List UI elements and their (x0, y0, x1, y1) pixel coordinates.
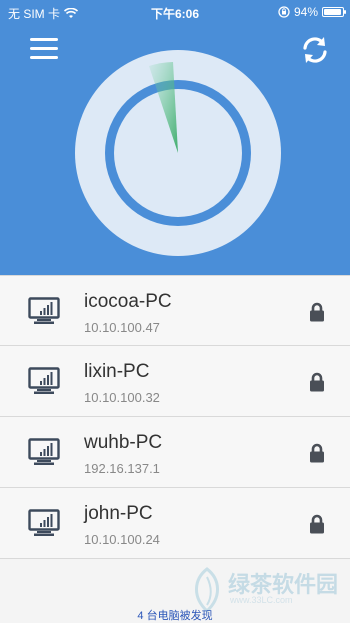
computer-icon (28, 438, 60, 465)
radar-scanner (75, 50, 281, 256)
computer-icon (28, 297, 60, 324)
battery-percent: 94% (293, 5, 318, 19)
rotation-lock-icon (278, 6, 290, 18)
devices-found-text: 4 台电脑被发现 (137, 610, 213, 622)
status-right: 94% (278, 5, 346, 19)
battery-fill (324, 9, 341, 15)
radar-header: 无 SIM 卡 下午6:06 94% (0, 0, 350, 275)
device-row[interactable]: icocoa-PC 10.10.100.47 (0, 275, 350, 346)
device-name: john-PC (84, 503, 153, 524)
battery-icon (322, 7, 346, 17)
device-row[interactable]: lixin-PC 10.10.100.32 (0, 346, 350, 417)
device-row[interactable]: john-PC 10.10.100.24 (0, 488, 350, 559)
device-ip: 192.16.137.1 (84, 461, 160, 476)
watermark-url: www.33LC.com (230, 595, 293, 605)
device-ip: 10.10.100.24 (84, 532, 160, 547)
menu-line (30, 47, 58, 50)
device-row[interactable]: wuhb-PC 192.16.137.1 (0, 417, 350, 488)
menu-line (30, 56, 58, 59)
hamburger-menu-icon (30, 38, 58, 41)
lock-icon (310, 514, 324, 534)
device-list: icocoa-PC 10.10.100.47 lixin-PC 10.10.10… (0, 275, 350, 559)
menu-button[interactable] (30, 38, 58, 60)
computer-icon (28, 509, 60, 536)
computer-icon (28, 367, 60, 394)
status-bar: 无 SIM 卡 下午6:06 94% (0, 0, 350, 24)
device-ip: 10.10.100.32 (84, 390, 160, 405)
device-name: wuhb-PC (84, 432, 163, 453)
refresh-button[interactable] (300, 35, 330, 65)
device-name: lixin-PC (84, 361, 150, 382)
lock-icon (310, 372, 324, 392)
device-name: icocoa-PC (84, 291, 172, 312)
lock-icon (310, 302, 324, 322)
device-ip: 10.10.100.47 (84, 320, 160, 335)
lock-icon (310, 443, 324, 463)
